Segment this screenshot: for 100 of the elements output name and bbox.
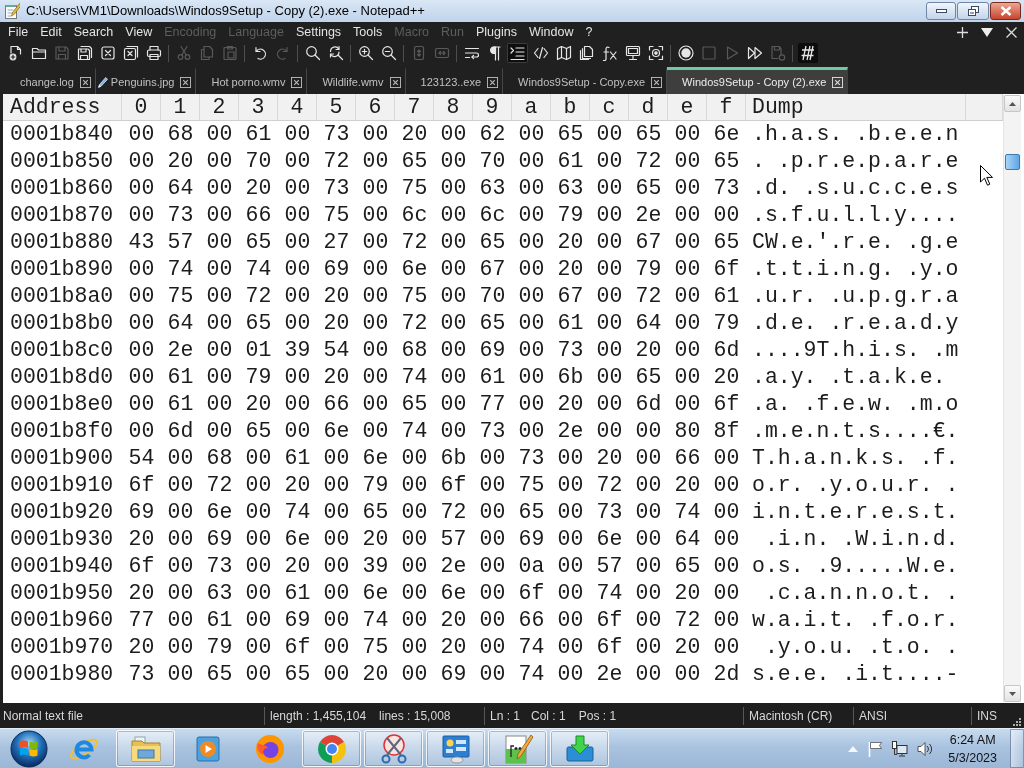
documents-icon[interactable] xyxy=(578,45,595,61)
hex-byte-cell-text: 00 xyxy=(361,121,390,148)
dashboard-window-icon xyxy=(439,732,472,765)
print-icon[interactable] xyxy=(145,45,162,61)
replace-icon[interactable] xyxy=(327,45,344,61)
hex-byte-cell-text: 00 xyxy=(205,148,234,175)
taskbar-button[interactable] xyxy=(426,730,485,767)
plus-icon[interactable] xyxy=(957,26,968,38)
file-tab[interactable]: Penguins.jpg xyxy=(95,67,197,94)
hex-byte-cell-text: 00 xyxy=(556,634,585,661)
close-button[interactable] xyxy=(990,2,1021,20)
close-all-icon[interactable] xyxy=(122,45,139,61)
vertical-scrollbar[interactable] xyxy=(1003,95,1021,702)
code-brackets-icon[interactable] xyxy=(532,45,549,61)
close-icon[interactable] xyxy=(1006,26,1017,38)
column-header: a xyxy=(512,94,551,120)
speaker-icon[interactable] xyxy=(917,740,934,757)
close-tab-icon[interactable] xyxy=(389,76,401,88)
clock-date[interactable]: 5/3/2023 xyxy=(948,748,997,767)
hex-byte-cell-text: 57 xyxy=(595,553,624,580)
hex-byte-cell-text: 77 xyxy=(478,391,507,418)
close-file-icon[interactable] xyxy=(99,45,116,61)
hex-byte-cell-text: 00 xyxy=(244,580,273,607)
hex-byte-cell-text: 70 xyxy=(478,283,507,310)
function-icon[interactable] xyxy=(601,45,618,61)
taskbar-button[interactable] xyxy=(364,730,423,767)
taskbar-button[interactable] xyxy=(302,730,361,767)
hex-byte-cell-text: 74 xyxy=(283,499,312,526)
menu-item[interactable]: Plugins xyxy=(469,22,523,42)
camera-icon[interactable] xyxy=(647,45,664,61)
menu-item[interactable]: Tools xyxy=(347,22,389,42)
hex-byte-cell-text: 6d xyxy=(634,391,663,418)
monitor-icon[interactable] xyxy=(624,45,641,61)
map-icon[interactable] xyxy=(555,45,572,61)
menu-item[interactable]: ? xyxy=(579,22,599,42)
close-tab-icon[interactable] xyxy=(291,76,303,88)
hex-byte-cell-text: 74 xyxy=(166,256,195,283)
hex-byte-cell-text: 00 xyxy=(712,445,741,472)
clock-time[interactable]: 6:24 AM xyxy=(948,730,997,749)
menu-item[interactable]: View xyxy=(119,22,159,42)
hex-byte-cell-text: 00 xyxy=(283,175,312,202)
hex-byte-cell-text: 00 xyxy=(595,337,624,364)
word-wrap-icon[interactable] xyxy=(463,45,480,61)
minimize-button[interactable] xyxy=(926,2,956,20)
hex-byte-cell-text: 73 xyxy=(712,175,741,202)
menu-item[interactable]: File xyxy=(2,22,35,42)
hex-byte-cell-text: 00 xyxy=(244,607,273,634)
indent-guide-icon[interactable] xyxy=(507,43,528,63)
column-header: f xyxy=(707,94,746,120)
hatched-tile-icon[interactable] xyxy=(797,43,818,63)
zoom-out-icon[interactable] xyxy=(380,45,397,61)
hex-byte-cell-text: 00 xyxy=(517,337,546,364)
hex-byte-cell-text: 73 xyxy=(205,553,234,580)
menu-item[interactable]: Settings xyxy=(289,22,348,42)
new-file-icon[interactable] xyxy=(7,45,24,61)
hex-byte-cell-text: 00 xyxy=(166,499,195,526)
open-folder-icon[interactable] xyxy=(30,45,47,61)
taskbar-button[interactable] xyxy=(488,730,547,767)
fast-forward-icon[interactable] xyxy=(746,45,763,61)
save-all-icon[interactable] xyxy=(76,45,93,61)
hex-byte-cell-text: 6b xyxy=(439,445,468,472)
taskbar-button[interactable] xyxy=(116,730,175,767)
record-icon[interactable] xyxy=(677,45,694,61)
close-tab-icon[interactable] xyxy=(487,76,499,88)
column-header: 0 xyxy=(122,94,161,120)
scroll-down-button[interactable] xyxy=(1004,685,1021,702)
hex-byte-cell-text: 20 xyxy=(244,391,273,418)
close-tab-icon[interactable] xyxy=(832,76,844,88)
menu-item[interactable]: Window xyxy=(522,22,580,42)
zoom-in-icon[interactable] xyxy=(357,45,374,61)
hex-byte-cell-text: 75 xyxy=(361,634,390,661)
close-tab-icon[interactable] xyxy=(180,76,192,88)
hex-byte-cell-text: 00 xyxy=(322,661,351,688)
hex-byte-cell-text: 61 xyxy=(283,580,312,607)
flag-icon[interactable] xyxy=(867,740,884,757)
close-tab-icon[interactable] xyxy=(79,76,91,88)
hex-byte-cell-text: 65 xyxy=(283,661,312,688)
dropdown-icon[interactable] xyxy=(981,27,993,37)
hex-byte-cell-text: 00 xyxy=(283,121,312,148)
close-tab-icon[interactable] xyxy=(651,76,663,88)
hex-byte-cell-text: 61 xyxy=(244,121,273,148)
hex-byte-cell-text: 00 xyxy=(634,634,663,661)
hex-byte-cell-text: 00 xyxy=(439,256,468,283)
address-cell-text: 0001b940 xyxy=(9,553,115,580)
resize-grip-icon[interactable] xyxy=(1012,716,1021,726)
hex-byte-cell-text: 00 xyxy=(673,202,702,229)
menu-item[interactable]: Edit xyxy=(34,22,68,42)
menu-item[interactable]: Search xyxy=(67,22,120,42)
taskbar-button[interactable] xyxy=(550,730,609,767)
scroll-up-button[interactable] xyxy=(1004,95,1021,112)
search-icon[interactable] xyxy=(304,45,321,61)
start-orb-icon[interactable] xyxy=(10,729,48,768)
hex-byte-cell-text: 6c xyxy=(400,202,429,229)
column-header: Address xyxy=(3,94,122,120)
hex-byte-cell-text: 69 xyxy=(283,607,312,634)
network-icon[interactable] xyxy=(892,740,909,757)
address-cell-text: 0001b880 xyxy=(9,229,115,256)
restore-button[interactable] xyxy=(957,2,989,20)
scrollbar-thumb[interactable] xyxy=(1005,154,1020,170)
file-tab[interactable]: Windos9Setup - Copy (2).exe xyxy=(667,67,849,94)
